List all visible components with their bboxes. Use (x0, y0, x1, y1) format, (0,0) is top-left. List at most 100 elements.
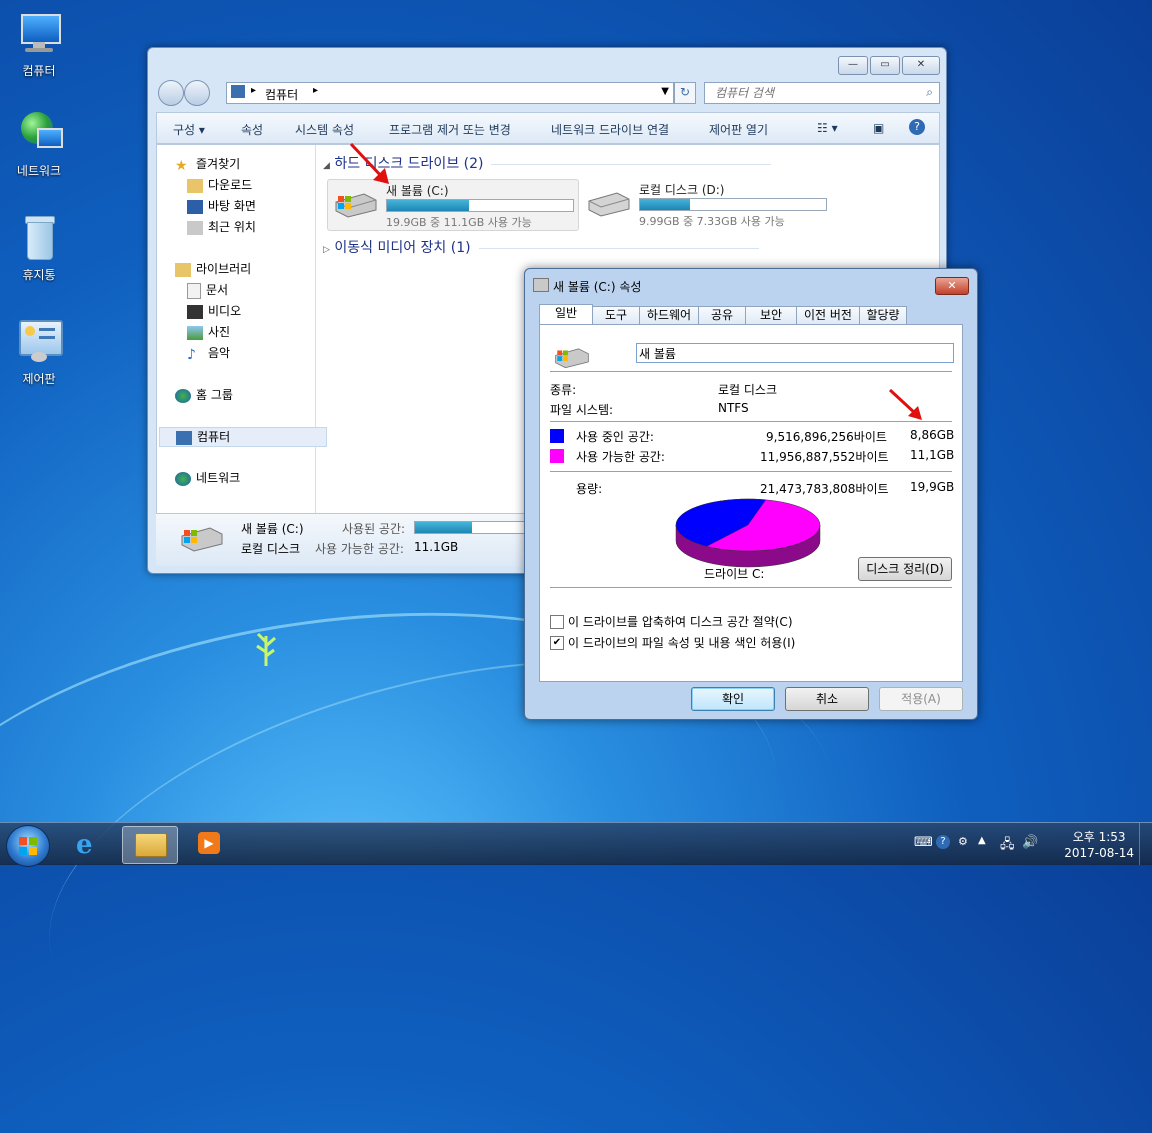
tab-security[interactable]: 보안 (745, 306, 797, 324)
desktop-icon-label: 컴퓨터 (22, 64, 56, 78)
homegroup-icon (175, 388, 191, 403)
clock[interactable]: 오후 1:53 2017-08-14 (1064, 829, 1134, 861)
collapse-icon[interactable]: ◢ (323, 161, 330, 171)
system-properties-button[interactable]: 시스템 속성 (295, 121, 354, 138)
hard-drive-windows-icon (555, 348, 589, 369)
desktop-icon-computer[interactable]: 컴퓨터 (4, 10, 74, 79)
desktop-icon-control-panel[interactable]: 제어판 (4, 318, 74, 387)
close-button[interactable]: ✕ (902, 56, 940, 75)
uninstall-button[interactable]: 프로그램 제거 또는 변경 (389, 121, 511, 138)
address-bar[interactable]: ▸ 컴퓨터 ▸ ▼ (226, 82, 674, 104)
nav-network[interactable]: 네트워크 (175, 469, 240, 487)
disk-usage-pie-chart (675, 498, 821, 568)
desktop-icon-network[interactable]: 네트워크 (4, 110, 74, 179)
star-icon: ★ (175, 157, 188, 174)
breadcrumb-arrow-icon[interactable]: ▸ (313, 85, 318, 96)
red-arrow-annotation (888, 388, 922, 420)
organize-button[interactable]: 구성 ▾ (173, 121, 205, 138)
control-panel-button[interactable]: 제어판 열기 (709, 121, 768, 138)
volume-icon[interactable]: 🔊 (1022, 835, 1038, 850)
recycle-bin-icon (15, 214, 63, 262)
details-name: 새 볼륨 (C:) (241, 522, 304, 536)
compress-label[interactable]: 이 드라이브를 압축하여 디스크 공간 절약(C) (568, 613, 793, 630)
map-drive-button[interactable]: 네트워크 드라이브 연결 (551, 121, 669, 138)
tab-previous-versions[interactable]: 이전 버전 (796, 306, 860, 324)
nav-favorites[interactable]: ★ 즐겨찾기 (175, 155, 240, 174)
show-desktop-button[interactable] (1139, 823, 1152, 865)
network-status-icon[interactable]: 🖧 (1000, 835, 1015, 857)
group-divider (491, 163, 772, 165)
properties-button[interactable]: 속성 (241, 121, 263, 138)
nav-desktop[interactable]: 바탕 화면 (187, 197, 256, 215)
used-space-gb: 8,86GB (910, 428, 955, 442)
tab-general[interactable]: 일반 (539, 304, 593, 325)
video-icon (187, 304, 203, 319)
media-player-icon: ▶ (198, 832, 220, 854)
drive-letter-label: 드라이브 C: (704, 567, 765, 581)
nav-videos[interactable]: 비디오 (187, 302, 241, 320)
music-icon: ♪ (187, 346, 196, 363)
search-input[interactable] (713, 85, 917, 101)
network-icon (15, 110, 63, 158)
back-button[interactable] (158, 80, 184, 106)
desktop-icon-label: 네트워크 (16, 164, 62, 178)
computer-icon (231, 85, 245, 98)
expand-icon[interactable]: ▷ (323, 245, 330, 255)
divider (550, 371, 952, 372)
drive-d[interactable]: 로컬 디스크 (D:) 9.99GB 중 7.33GB 사용 가능 (581, 179, 831, 229)
divider (550, 471, 952, 472)
show-hidden-icons[interactable]: ▲ (978, 835, 986, 846)
minimize-button[interactable]: — (838, 56, 868, 75)
taskbar-internet-explorer[interactable]: e (62, 826, 116, 862)
filesystem-value: NTFS (718, 401, 749, 415)
filesystem-label: 파일 시스템: (550, 403, 614, 417)
compress-checkbox[interactable] (550, 615, 564, 629)
search-box[interactable]: ⌕ (704, 82, 940, 104)
nav-pictures[interactable]: 사진 (187, 323, 230, 341)
keyboard-icon[interactable]: ⌨ (914, 835, 933, 850)
forward-button[interactable] (184, 80, 210, 106)
refresh-button[interactable]: ↻ (674, 82, 696, 104)
help-icon[interactable]: ? (936, 835, 950, 849)
general-tab-panel: 종류: 로컬 디스크 파일 시스템: NTFS 사용 중인 공간: 9,516,… (539, 324, 963, 682)
clock-time: 오후 1:53 (1072, 830, 1126, 844)
properties-dialog[interactable]: 새 볼륨 (C:) 속성 ✕ 일반 도구 하드웨어 공유 보안 이전 버전 할당… (524, 268, 978, 720)
index-label[interactable]: 이 드라이브의 파일 속성 및 내용 색인 허용(I) (568, 634, 795, 651)
nav-downloads[interactable]: 다운로드 (187, 176, 252, 194)
close-button[interactable]: ✕ (935, 277, 969, 295)
group-header-removable[interactable]: ▷ 이동식 미디어 장치 (1) (323, 237, 759, 257)
volume-name-input[interactable] (636, 343, 954, 363)
preview-pane-icon[interactable]: ▣ (873, 121, 884, 135)
settings-icon[interactable]: ⚙ (958, 835, 968, 848)
cancel-button[interactable]: 취소 (785, 687, 869, 711)
start-button[interactable] (6, 825, 50, 867)
index-checkbox[interactable]: ✔ (550, 636, 564, 650)
apply-button[interactable]: 적용(A) (879, 687, 963, 711)
dialog-title: 새 볼륨 (C:) 속성 (553, 280, 642, 294)
maximize-button[interactable]: ▭ (870, 56, 900, 75)
nav-recent[interactable]: 최근 위치 (187, 218, 256, 236)
disk-cleanup-button[interactable]: 디스크 정리(D) (858, 557, 952, 581)
nav-music[interactable]: ♪ 음악 (187, 344, 230, 363)
tab-tools[interactable]: 도구 (592, 306, 640, 324)
help-icon[interactable]: ? (909, 119, 925, 135)
search-icon[interactable]: ⌕ (926, 85, 933, 100)
taskbar-media-player[interactable]: ▶ (182, 826, 236, 862)
tab-sharing[interactable]: 공유 (698, 306, 746, 324)
chevron-down-icon[interactable]: ▼ (661, 86, 669, 97)
details-free-value: 11.1GB (414, 540, 459, 554)
view-options-icon[interactable]: ☷ ▾ (817, 121, 838, 135)
taskbar-explorer[interactable] (122, 826, 178, 864)
nav-documents[interactable]: 문서 (187, 281, 228, 299)
wallpaper-leaf (256, 632, 276, 666)
details-usage-fill (415, 522, 473, 533)
ok-button[interactable]: 확인 (691, 687, 775, 711)
nav-homegroup[interactable]: 홈 그룹 (175, 386, 233, 404)
tab-quota[interactable]: 할당량 (859, 306, 907, 324)
library-icon (175, 262, 191, 277)
nav-computer[interactable]: 컴퓨터 (159, 427, 327, 447)
nav-libraries[interactable]: 라이브러리 (175, 260, 251, 278)
desktop-icon-recycle-bin[interactable]: 휴지통 (4, 214, 74, 283)
breadcrumb[interactable]: 컴퓨터 (265, 86, 298, 103)
tab-hardware[interactable]: 하드웨어 (639, 306, 699, 324)
